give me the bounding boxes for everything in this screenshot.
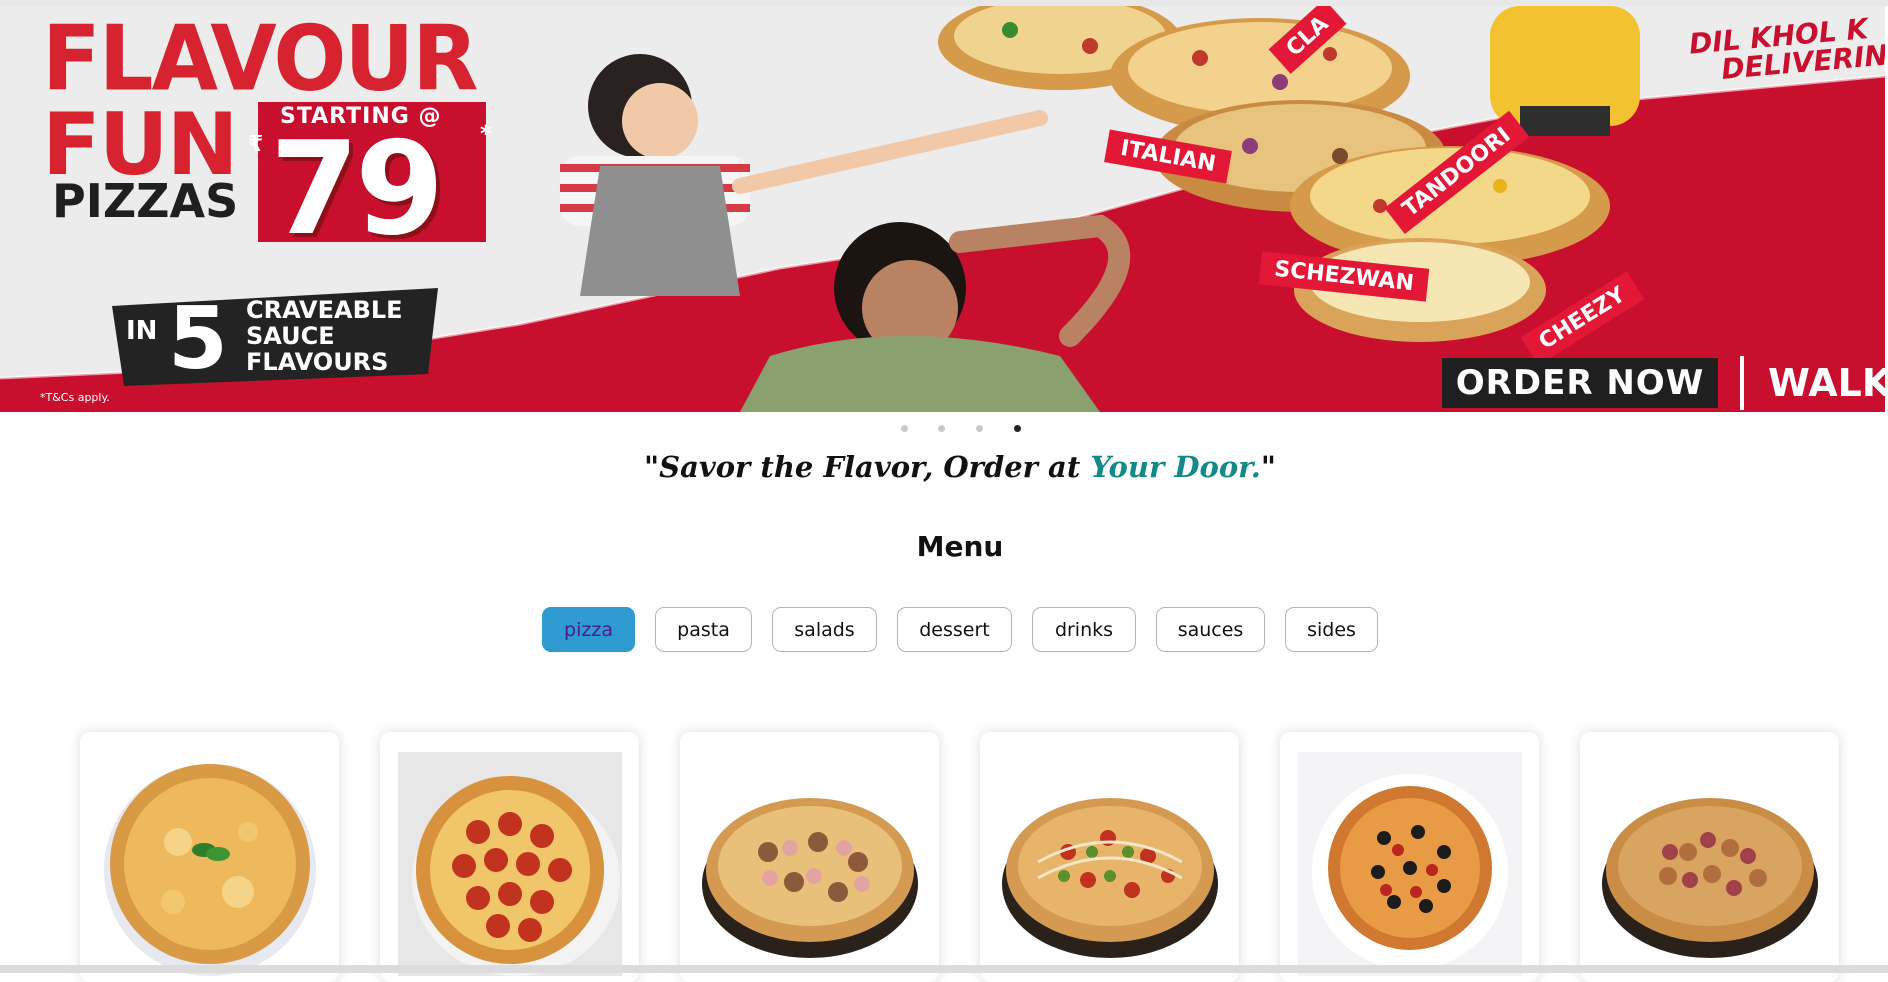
olive-supreme-pizza-image (1298, 752, 1522, 976)
banner-sauce-in: IN (126, 316, 158, 346)
carousel-dot-1[interactable] (901, 425, 908, 432)
pepperoni-pizza-image (398, 752, 622, 976)
category-sauces[interactable]: sauces (1156, 607, 1265, 652)
banner-price: 79 (270, 115, 444, 264)
banner-sauce-count: 5 (168, 289, 228, 389)
menu-title: Menu (916, 530, 1004, 563)
tagline-open-quote: " (644, 450, 660, 484)
bottom-scrollbar-track[interactable] (0, 965, 1888, 973)
mushroom-chicken-pizza-image (698, 752, 922, 976)
carousel-dot-2[interactable] (938, 425, 945, 432)
banner-headline-pizzas: PIZZAS (52, 174, 239, 228)
banner-walk-label: WALK (1768, 361, 1885, 405)
category-pizza[interactable]: pizza (542, 607, 635, 652)
carousel-dot-3[interactable] (976, 425, 983, 432)
banner-sauce-line-3: FLAVOURS (246, 348, 389, 376)
banner-sauce-line-1: CRAVEABLE (246, 296, 403, 324)
banner-headline-flavour: FLAVOUR (42, 6, 478, 112)
carousel-indicators (0, 425, 1888, 437)
product-card-3[interactable] (680, 732, 939, 982)
tagline-accent: Your Door. (1090, 450, 1261, 484)
margherita-pizza-image (98, 752, 322, 976)
carousel-dot-4-active[interactable] (1014, 425, 1021, 432)
category-pasta[interactable]: pasta (655, 607, 752, 652)
tagline: "Savor the Flavor, Order at Your Door." (0, 450, 1888, 484)
category-dessert[interactable]: dessert (897, 607, 1012, 652)
tagline-main: Savor the Flavor, Order at (659, 450, 1091, 484)
banner-terms: *T&Cs apply. (40, 391, 110, 404)
spicy-veggie-pizza-image (998, 752, 1222, 976)
banner-price-asterisk: * (480, 122, 492, 147)
onion-chicken-pizza-image (1598, 752, 1822, 976)
product-card-1[interactable] (80, 732, 339, 982)
promo-banner[interactable]: FLAVOUR FUN PIZZAS STARTING @ ₹ 79 * IN … (0, 6, 1885, 412)
category-drinks[interactable]: drinks (1032, 607, 1136, 652)
category-salads[interactable]: salads (772, 607, 877, 652)
product-card-4[interactable] (980, 732, 1239, 982)
tagline-close-quote: " (1260, 450, 1276, 484)
product-card-6[interactable] (1580, 732, 1839, 982)
banner-sauce-line-2: SAUCE (246, 322, 335, 350)
product-card-5[interactable] (1280, 732, 1539, 982)
product-card-2[interactable] (380, 732, 639, 982)
category-sides[interactable]: sides (1285, 607, 1378, 652)
banner-currency: ₹ (248, 132, 264, 157)
order-now-button[interactable]: ORDER NOW (1442, 358, 1718, 408)
